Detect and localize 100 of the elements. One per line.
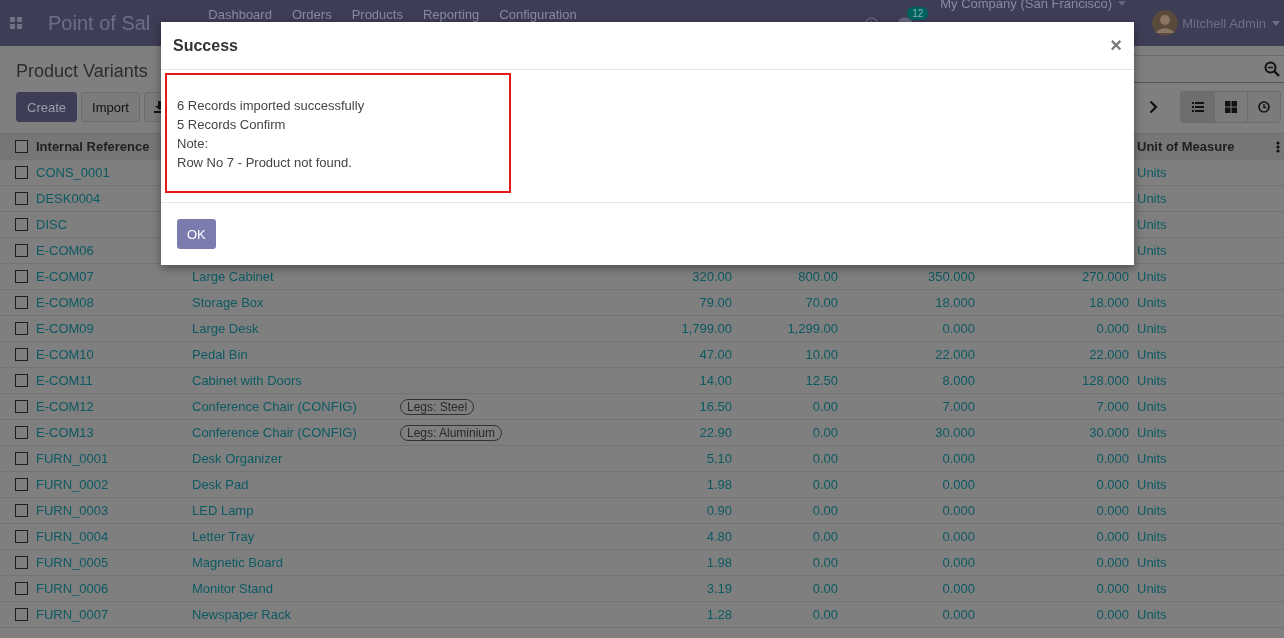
user-avatar[interactable]: [1152, 10, 1179, 36]
checkbox[interactable]: [15, 452, 28, 465]
import-button[interactable]: Import: [81, 92, 140, 122]
table-cell: Units: [1137, 477, 1167, 492]
checkbox[interactable]: [15, 296, 28, 309]
grid-icon: [1225, 101, 1237, 113]
caret-icon: [1118, 1, 1127, 6]
checkbox[interactable]: [15, 556, 28, 569]
table-cell: Units: [1137, 321, 1167, 336]
table-cell: 7.000: [942, 399, 975, 414]
table-cell: 320.00: [692, 269, 732, 284]
table-cell: FURN_0006: [36, 581, 109, 596]
checkbox[interactable]: [15, 166, 28, 179]
table-cell: 0.000: [942, 529, 975, 544]
checkbox[interactable]: [15, 192, 28, 205]
checkbox[interactable]: [15, 244, 28, 257]
table-cell: Units: [1137, 191, 1167, 206]
checkbox[interactable]: [15, 322, 28, 335]
checkbox[interactable]: [15, 218, 28, 231]
message-line: 6 Records imported successfully: [177, 97, 366, 115]
table-cell: 47.00: [699, 347, 732, 362]
table-cell: 7.000: [1096, 399, 1129, 414]
table-cell: 0.00: [812, 607, 838, 622]
message-count-badge: 12: [907, 7, 929, 20]
table-cell: FURN_0001: [36, 451, 109, 466]
table-cell: Units: [1137, 503, 1167, 518]
list-icon: [1191, 101, 1204, 113]
table-cell: 0.00: [812, 581, 838, 596]
dialog-title: Success: [173, 36, 238, 55]
kanban-view-button[interactable]: [1214, 92, 1247, 122]
table-cell: 0.00: [812, 399, 838, 414]
table-cell: 0.000: [942, 451, 975, 466]
table-cell: 0.000: [1096, 529, 1129, 544]
menu-item[interactable]: Reporting: [422, 7, 480, 22]
table-cell: 270.000: [1082, 269, 1129, 284]
table-cell: 22.000: [1089, 347, 1129, 362]
table-cell: 0.000: [942, 321, 975, 336]
table-cell: Large Desk: [192, 321, 259, 336]
checkbox[interactable]: [15, 140, 28, 153]
checkbox[interactable]: [15, 582, 28, 595]
ok-button[interactable]: OK: [177, 219, 216, 249]
checkbox[interactable]: [15, 374, 28, 387]
table-cell: 10.00: [805, 347, 838, 362]
table-cell: 12.50: [805, 373, 838, 388]
breadcrumb-title: Product Variants: [16, 59, 148, 82]
list-view-button[interactable]: [1181, 92, 1214, 122]
checkbox[interactable]: [15, 400, 28, 413]
close-button[interactable]: ×: [1110, 34, 1122, 57]
table-cell: 5.10: [706, 451, 732, 466]
table-cell: Storage Box: [192, 295, 264, 310]
table-cell: 0.00: [812, 477, 838, 492]
table-cell: 128.000: [1082, 373, 1129, 388]
checkbox[interactable]: [15, 348, 28, 361]
table-cell: Units: [1137, 217, 1167, 232]
checkbox[interactable]: [15, 504, 28, 517]
checkbox[interactable]: [15, 530, 28, 543]
menu-item[interactable]: Configuration: [499, 7, 577, 22]
table-cell: FURN_0004: [36, 529, 109, 544]
table-cell: 30.000: [935, 425, 975, 440]
table-cell: 0.000: [942, 503, 975, 518]
checkbox[interactable]: [15, 478, 28, 491]
activity-view-button[interactable]: [1247, 92, 1280, 122]
clock-icon: [1258, 101, 1270, 113]
table-cell: 22.90: [699, 425, 732, 440]
table-cell: 1.28: [706, 607, 732, 622]
table-cell: 0.000: [1096, 321, 1129, 336]
table-cell: Units: [1137, 555, 1167, 570]
table-cell: 0.000: [942, 607, 975, 622]
table-cell: 0.000: [1096, 451, 1129, 466]
menu-item[interactable]: Dashboard: [208, 7, 272, 22]
table-cell: Cabinet with Doors: [192, 373, 302, 388]
table-cell: DESK0004: [36, 191, 101, 206]
table-cell: E-COM10: [36, 347, 94, 362]
table-cell: 0.000: [942, 555, 975, 570]
table-cell: DISC: [36, 217, 68, 232]
menu-item[interactable]: Products: [351, 7, 403, 22]
checkbox[interactable]: [15, 270, 28, 283]
table-cell: 0.000: [1096, 477, 1129, 492]
table-cell: 1,299.00: [787, 321, 838, 336]
create-button[interactable]: Create: [16, 92, 78, 122]
table-cell: 1.98: [706, 477, 732, 492]
checkbox[interactable]: [15, 426, 28, 439]
table-cell: Units: [1137, 269, 1167, 284]
more-options-icon[interactable]: [1276, 140, 1280, 153]
table-cell: 800.00: [798, 269, 838, 284]
next-page-icon[interactable]: [1149, 100, 1158, 114]
table-cell: 8.000: [942, 373, 975, 388]
table-cell: 0.00: [812, 451, 838, 466]
checkbox[interactable]: [15, 608, 28, 621]
table-cell: Units: [1137, 581, 1167, 596]
table-cell: Newspaper Rack: [192, 607, 291, 622]
table-cell: Units: [1137, 295, 1167, 310]
table-cell: 0.00: [812, 503, 838, 518]
table-cell: Units: [1137, 529, 1167, 544]
table-cell: 1,799.00: [681, 321, 732, 336]
menu-item[interactable]: Orders: [291, 7, 332, 22]
table-cell: Desk Pad: [192, 477, 249, 492]
view-switcher[interactable]: [1180, 91, 1281, 123]
table-cell: E-COM08: [36, 295, 94, 310]
search-icon[interactable]: [1264, 61, 1280, 77]
